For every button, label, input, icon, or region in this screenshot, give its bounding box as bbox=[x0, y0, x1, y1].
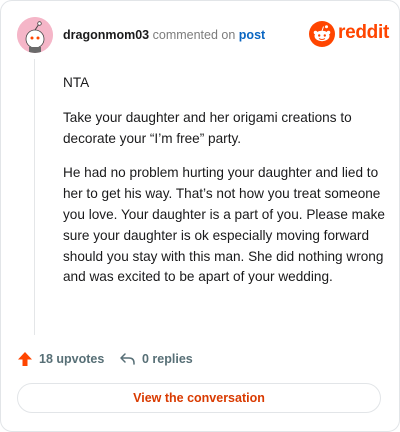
comment-paragraph: Take your daughter and her origami creat… bbox=[63, 109, 352, 146]
upvote-count: 18 upvotes bbox=[39, 352, 105, 366]
comment-header: dragonmom03 commented on post reddit bbox=[17, 17, 389, 53]
comment-paragraph: NTA bbox=[63, 75, 90, 90]
reddit-logo-icon bbox=[309, 21, 335, 47]
upvote-button[interactable]: 18 upvotes bbox=[17, 348, 104, 370]
thread-line bbox=[34, 59, 35, 335]
reply-count: 0 replies bbox=[142, 352, 193, 366]
view-conversation-button[interactable]: View the conversation bbox=[17, 383, 381, 413]
reply-button[interactable]: 0 replies bbox=[119, 348, 193, 370]
comment-actions: 18 upvotes 0 replies bbox=[17, 348, 383, 370]
reddit-wordmark: reddit bbox=[338, 22, 389, 43]
reply-arrow-icon bbox=[120, 353, 135, 365]
comment-body: NTA Take your daughter and her origami c… bbox=[63, 73, 385, 302]
comment-card: dragonmom03 commented on post reddit NTA… bbox=[0, 0, 400, 432]
comment-paragraph: He had no problem hurting your daughter … bbox=[63, 165, 385, 285]
comment-meta: dragonmom03 commented on post bbox=[63, 27, 265, 43]
post-link[interactable]: post bbox=[239, 28, 265, 42]
snoo-avatar-icon bbox=[17, 17, 53, 53]
reddit-logo[interactable]: reddit bbox=[309, 19, 389, 49]
commented-on-text: commented on bbox=[152, 28, 236, 42]
avatar[interactable] bbox=[17, 17, 53, 53]
upvote-arrow-icon bbox=[18, 352, 32, 366]
username[interactable]: dragonmom03 bbox=[63, 28, 149, 42]
